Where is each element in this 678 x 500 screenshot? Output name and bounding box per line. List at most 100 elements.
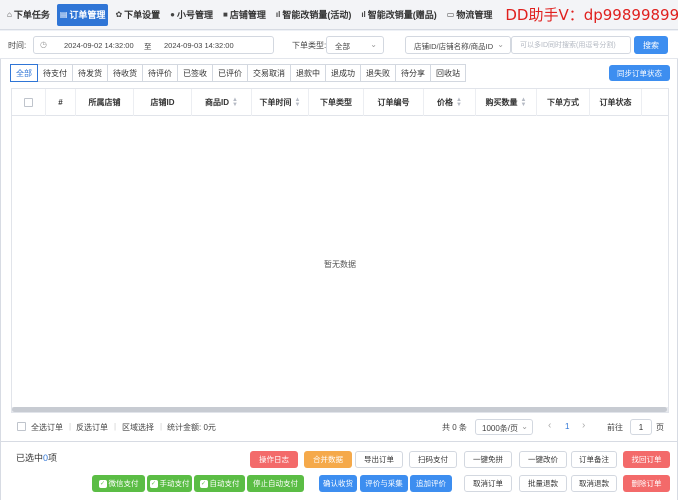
column-header-7: 订单编号 xyxy=(364,89,424,116)
status-tab-2[interactable]: 待发货 xyxy=(72,64,108,82)
divider: | xyxy=(69,422,72,431)
column-label: 下单时间 xyxy=(259,98,292,107)
action-label: 评价与采集 xyxy=(365,479,403,488)
column-header-3: 店铺ID xyxy=(134,89,192,116)
action-button-r2-4[interactable]: 确认收货 xyxy=(319,475,357,492)
tab-4[interactable]: ■ 店铺管理 xyxy=(220,4,269,26)
action-button-0[interactable]: 操作日志 xyxy=(250,451,298,468)
total-count: 共 0 条 xyxy=(442,423,467,432)
action-label: 追加评价 xyxy=(416,479,446,488)
user-icon: ● xyxy=(170,10,175,19)
action-button-7[interactable]: 找回订单 xyxy=(623,451,670,468)
sort-icon[interactable]: ▲ ▼ xyxy=(295,97,301,108)
action-button-5[interactable]: 一键改价 xyxy=(519,451,567,468)
tab-label: 物流管理 xyxy=(456,10,493,20)
column-header-0[interactable] xyxy=(12,89,46,116)
scrollbar-thumb[interactable] xyxy=(12,407,667,412)
status-tab-1[interactable]: 待支付 xyxy=(37,64,73,82)
horizontal-scrollbar[interactable] xyxy=(12,407,668,412)
column-label: 价格 xyxy=(437,98,454,107)
tab-label: 小号管理 xyxy=(177,10,214,20)
order-type-select[interactable]: 全部 ⌄ xyxy=(326,36,384,54)
action-button-r2-1[interactable]: ✓ 手动支付 xyxy=(147,475,192,492)
hand-icon: ✓ xyxy=(149,479,158,488)
tab-6[interactable]: ıl 智能改销量(赠品) xyxy=(358,4,439,26)
search-field-value: 店铺ID/店铺名称/商品ID xyxy=(414,42,494,51)
action-button-r2-8[interactable]: 批量退款 xyxy=(519,475,567,492)
column-header-8[interactable]: 价格 ▲ ▼ xyxy=(424,89,476,116)
divider: | xyxy=(114,422,117,431)
column-header-5[interactable]: 下单时间 ▲ ▼ xyxy=(252,89,309,116)
action-button-r2-0[interactable]: ✓ 微信支付 xyxy=(92,475,145,492)
empty-state: 暂无数据 xyxy=(324,260,356,269)
column-header-1: # xyxy=(46,89,76,116)
tab-3[interactable]: ● 小号管理 xyxy=(167,4,216,26)
page-size-select[interactable]: 1000条/页 ⌄ xyxy=(475,419,533,435)
table-footer: 全选订单 | 反选订单 | 区域选择 | 统计金额: 0元 共 0 条 1000… xyxy=(11,417,669,437)
column-header-9[interactable]: 购买数量 ▲ ▼ xyxy=(476,89,537,116)
truck-icon: ▭ xyxy=(446,10,455,19)
search-button[interactable]: 搜索 xyxy=(634,36,668,54)
action-button-r2-9[interactable]: 取消退款 xyxy=(571,475,617,492)
search-input[interactable] xyxy=(512,37,630,53)
action-button-r2-3[interactable]: 停止自动支付 xyxy=(247,475,304,492)
search-field-select[interactable]: 店铺ID/店铺名称/商品ID ⌄ xyxy=(405,36,511,54)
action-button-r2-2[interactable]: ✓ 自动支付 xyxy=(194,475,245,492)
range-select-link[interactable]: 区域选择 xyxy=(122,422,154,433)
action-label: 手动支付 xyxy=(159,479,190,488)
action-button-3[interactable]: 扫码支付 xyxy=(409,451,457,468)
goto-page-input[interactable]: 1 xyxy=(630,419,652,435)
time-label: 时间: xyxy=(8,41,27,50)
tab-label: 智能改销量(赠品) xyxy=(367,10,437,20)
action-button-1[interactable]: 合并数据 xyxy=(304,451,352,468)
clock-icon: ◷ xyxy=(40,40,47,49)
status-tab-3[interactable]: 待收货 xyxy=(107,64,143,82)
sort-icon[interactable]: ▲ ▼ xyxy=(232,97,238,108)
action-button-r2-5[interactable]: 评价与采集 xyxy=(360,475,408,492)
status-tab-6[interactable]: 已评价 xyxy=(212,64,248,82)
prev-page-button[interactable]: ‹ xyxy=(548,420,551,431)
action-button-r2-7[interactable]: 取消订单 xyxy=(464,475,512,492)
status-tab-4[interactable]: 待评价 xyxy=(142,64,178,82)
action-button-r2-6[interactable]: 追加评价 xyxy=(410,475,452,492)
status-tab-12[interactable]: 回收站 xyxy=(430,64,466,82)
status-tab-8[interactable]: 退款中 xyxy=(290,64,326,82)
date-start: 2024-09-02 14:32:00 xyxy=(64,41,134,50)
tab-2[interactable]: ✿ 下单设置 xyxy=(112,4,163,26)
action-button-r2-10[interactable]: 删除订单 xyxy=(623,475,670,492)
page-size-value: 1000条/页 xyxy=(482,424,519,433)
status-tab-10[interactable]: 退失败 xyxy=(360,64,396,82)
date-range-picker[interactable]: ◷ 2024-09-02 14:32:00 至 2024-09-03 14:32… xyxy=(33,36,274,54)
action-label: 确认收货 xyxy=(323,479,353,488)
bar-chart-icon: ıl xyxy=(361,10,366,19)
column-header-2: 所属店铺 xyxy=(76,89,134,116)
status-tab-7[interactable]: 交易取消 xyxy=(247,64,291,82)
status-tab-0[interactable]: 全部 xyxy=(10,64,38,82)
tab-5[interactable]: ıl 智能改销量(活动) xyxy=(273,4,354,26)
action-button-2[interactable]: 导出订单 xyxy=(355,451,403,468)
tab-0[interactable]: ⌂ 下单任务 xyxy=(4,4,53,26)
gear-icon: ✿ xyxy=(115,10,123,19)
sync-order-status-button[interactable]: 同步订单状态 xyxy=(609,65,670,81)
action-button-4[interactable]: 一键免拼 xyxy=(464,451,512,468)
select-all-checkbox[interactable] xyxy=(17,422,26,431)
action-button-6[interactable]: 订单备注 xyxy=(571,451,617,468)
sort-icon[interactable]: ▲ ▼ xyxy=(521,97,527,108)
status-tab-11[interactable]: 待分享 xyxy=(395,64,431,82)
selected-prefix: 已选中 xyxy=(16,453,44,463)
header-checkbox[interactable] xyxy=(24,98,33,107)
sort-icon[interactable]: ▲ ▼ xyxy=(456,97,462,108)
status-tab-5[interactable]: 已签收 xyxy=(177,64,213,82)
column-header-4[interactable]: 商品ID ▲ ▼ xyxy=(192,89,252,116)
tab-7[interactable]: ▭ 物流管理 xyxy=(444,4,496,26)
current-page[interactable]: 1 xyxy=(565,422,569,431)
tab-1[interactable]: ▤ 订单管理 xyxy=(56,3,109,26)
tab-label: 下单任务 xyxy=(13,10,50,20)
next-page-button[interactable]: › xyxy=(582,420,585,431)
order-icon: ▤ xyxy=(59,10,68,19)
action-label: 停止自动支付 xyxy=(253,479,298,488)
invert-selection-link[interactable]: 反选订单 xyxy=(76,422,108,433)
status-tab-9[interactable]: 退成功 xyxy=(325,64,361,82)
select-all-label[interactable]: 全选订单 xyxy=(31,422,63,433)
tab-label: 店铺管理 xyxy=(229,10,266,20)
